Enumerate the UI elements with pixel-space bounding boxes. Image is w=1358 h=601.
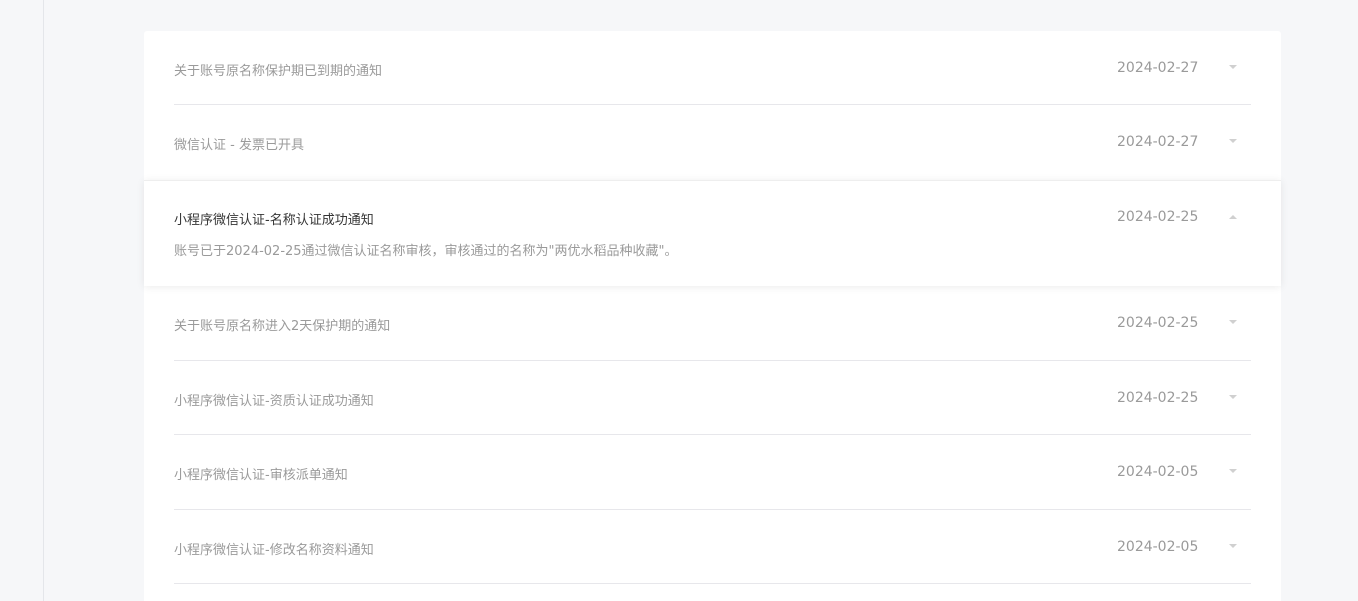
chevron-down-icon[interactable] [1228,392,1238,402]
divider [174,583,1251,584]
notification-date: 2024-02-05 [1117,539,1199,555]
notification-item[interactable]: 关于账号原名称进入2天保护期的通知 2024-02-25 [144,286,1281,361]
notification-title: 小程序微信认证-名称认证成功通知 [174,213,374,228]
notification-list: 关于账号原名称保护期已到期的通知 2024-02-27 微信认证 - 发票已开具… [144,31,1281,601]
chevron-down-icon[interactable] [1228,62,1238,72]
notification-date: 2024-02-25 [1117,315,1199,331]
notification-title: 小程序微信认证-修改名称资料通知 [174,543,374,558]
notification-item[interactable]: 微信认证 - 发票已开具 2024-02-27 [144,105,1281,181]
chevron-down-icon[interactable] [1228,541,1238,551]
notification-date: 2024-02-25 [1117,209,1199,225]
notification-item-expanded[interactable]: 小程序微信认证-名称认证成功通知 2024-02-25 账号已于2024-02-… [144,180,1281,286]
notification-item[interactable]: 关于账号原名称保护期已到期的通知 2024-02-27 [144,31,1281,105]
notification-title: 小程序微信认证-审核派单通知 [174,468,348,483]
notification-title: 微信认证 - 发票已开具 [174,138,304,153]
notification-item[interactable]: 小程序微信认证-资质认证成功通知 2024-02-25 [144,361,1281,435]
page: 关于账号原名称保护期已到期的通知 2024-02-27 微信认证 - 发票已开具… [0,0,1358,601]
notification-title: 小程序微信认证-资质认证成功通知 [174,394,374,409]
chevron-down-icon[interactable] [1228,136,1238,146]
notification-date: 2024-02-05 [1117,464,1199,480]
notification-date: 2024-02-25 [1117,390,1199,406]
sidebar-divider [43,0,44,601]
notification-date: 2024-02-27 [1117,134,1199,150]
notification-title: 关于账号原名称进入2天保护期的通知 [174,319,391,334]
notification-item[interactable]: 小程序微信认证-审核派单通知 2024-02-05 [144,435,1281,510]
notification-detail: 账号已于2024-02-25通过微信认证名称审核，审核通过的名称为"两优水稻品种… [174,244,678,259]
chevron-down-icon[interactable] [1228,317,1238,327]
notification-item[interactable]: 小程序微信认证-修改名称资料通知 2024-02-05 [144,510,1281,584]
chevron-down-icon[interactable] [1228,466,1238,476]
notification-date: 2024-02-27 [1117,60,1199,76]
notification-title: 关于账号原名称保护期已到期的通知 [174,64,383,79]
chevron-up-icon[interactable] [1228,211,1238,221]
